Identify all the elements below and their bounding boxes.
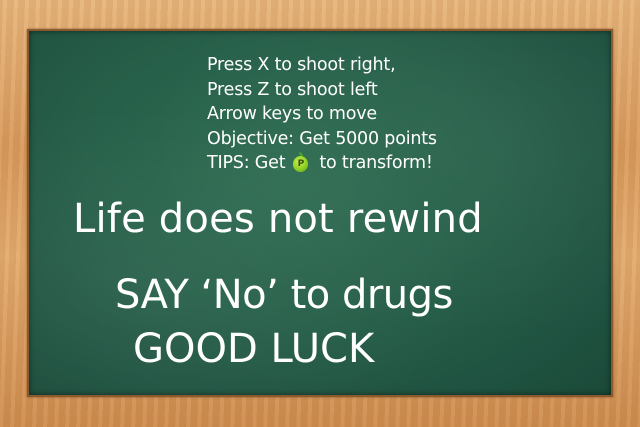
tip-text-after: to transform! (319, 153, 433, 173)
instructions-list: Press X to shoot right, Press Z to shoot… (207, 53, 437, 176)
tip-text-before: TIPS: Get (207, 153, 286, 173)
instruction-tip: TIPS: Get Pto transform! (207, 151, 437, 176)
wooden-frame: Press X to shoot right, Press Z to shoot… (0, 0, 640, 427)
powerup-pepper-icon: P (293, 152, 309, 172)
message-good-luck: GOOD LUCK (133, 326, 375, 372)
instruction-move: Arrow keys to move (207, 104, 377, 124)
powerup-letter: P (293, 156, 309, 172)
instruction-shoot-left: Press Z to shoot left (207, 79, 378, 100)
instruction-objective: Objective: Get 5000 points (207, 128, 437, 149)
chalkboard: Press X to shoot right, Press Z to shoot… (27, 29, 613, 397)
message-say-no-to-drugs: SAY ‘No’ to drugs (115, 272, 453, 318)
instruction-shoot-right: Press X to shoot right, (207, 55, 396, 75)
message-life-does-not-rewind: Life does not rewind (73, 196, 483, 242)
